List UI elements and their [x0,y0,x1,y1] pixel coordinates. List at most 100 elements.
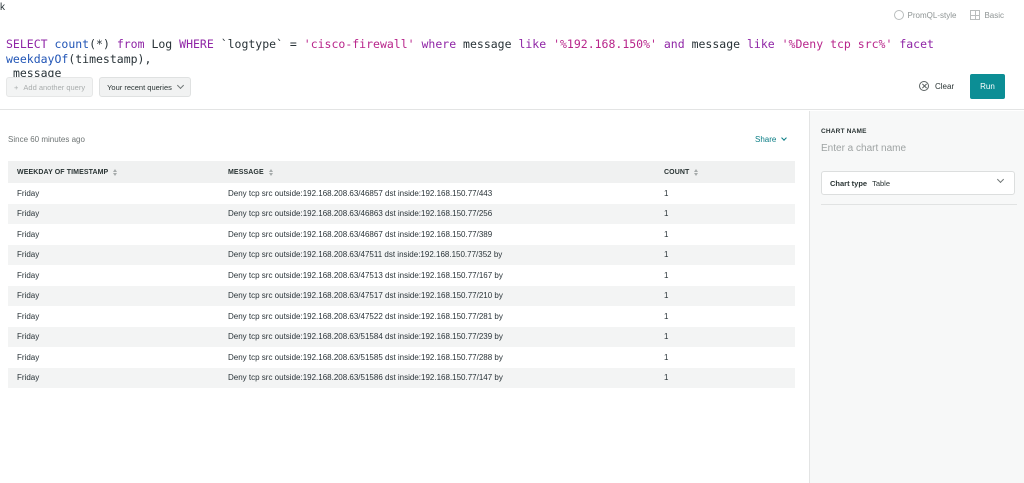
column-header-label: MESSAGE [228,168,264,176]
table-body: Friday Deny tcp src outside:192.168.208.6… [8,183,795,388]
query-token: count [54,37,90,51]
table-row[interactable]: Friday Deny tcp src outside:192.168.208.6… [8,367,795,388]
message-cell: Deny tcp src outside:192.168.208.63/4686… [228,209,493,219]
query-token: '%192.168.150%' [553,37,657,51]
basic-grid-icon [970,10,981,20]
count-cell: 1 [664,188,669,198]
table-row[interactable]: Friday Deny tcp src outside:192.168.208.6… [8,183,795,204]
count-cell: 1 [664,209,669,219]
query-token [775,37,782,51]
chevron-down-icon [781,135,788,141]
query-mode-switch: PromQL-style Basic [893,10,1004,20]
query-token: and [663,37,685,51]
count-cell: 1 [664,352,669,362]
query-token: `logtype` = [213,37,304,51]
divider [821,204,1017,205]
query-token: SELECT [6,37,48,51]
promql-mode-toggle[interactable]: PromQL-style [893,10,957,20]
share-label: Share [755,135,777,144]
sort-icon [268,168,273,176]
message-cell: Deny tcp src outside:192.168.208.63/4751… [228,291,503,301]
table-row[interactable]: Friday Deny tcp src outside:192.168.208.6… [8,244,795,265]
table-row[interactable]: Friday Deny tcp src outside:192.168.208.6… [8,326,795,347]
add-query-button[interactable]: + Add another query [6,77,94,97]
query-token: weekdayOf [6,51,69,66]
count-cell: 1 [664,332,669,342]
basic-mode-toggle[interactable]: Basic [970,10,1004,20]
count-cell: 1 [664,229,669,239]
query-token: message [456,37,519,51]
query-token: where [421,37,457,51]
share-button[interactable]: Share [755,135,788,144]
weekday-cell: Friday [17,209,40,219]
query-token: 'cisco-firewall' [303,37,415,51]
chart-name-input[interactable] [821,140,1011,156]
count-cell: 1 [664,373,669,383]
chart-type-value: Table [872,178,891,188]
promql-mode-label: PromQL-style [907,10,957,20]
sort-icon [113,168,118,176]
column-header-count[interactable]: COUNT [655,168,795,176]
query-editor-area: k PromQL-style Basic SELECT count(*) fro… [0,0,1024,110]
count-cell: 1 [664,270,669,280]
message-cell: Deny tcp src outside:192.168.208.63/5158… [228,332,503,342]
count-cell: 1 [664,291,669,301]
plus-icon: + [14,82,19,92]
recent-queries-dropdown[interactable]: Your recent queries [99,77,191,97]
table-row[interactable]: Friday Deny tcp src outside:192.168.208.6… [8,306,795,327]
message-cell: Deny tcp src outside:192.168.208.63/5158… [228,352,503,362]
message-cell: Deny tcp src outside:192.168.208.63/5158… [228,373,503,383]
results-table: WEEKDAY OF TIMESTAMP MESSAGE COUNT Frida… [8,161,795,388]
chevron-down-icon [176,81,184,90]
count-cell: 1 [664,311,669,321]
column-header-message[interactable]: MESSAGE [219,168,655,176]
query-token: facet [899,37,934,51]
weekday-cell: Friday [17,188,40,198]
chart-settings-panel: CHART NAME Chart type Table [809,111,1024,483]
run-label: Run [980,82,995,91]
query-token: WHERE [179,37,214,51]
chart-type-label: Chart type [830,178,868,188]
column-header-label: WEEKDAY OF TIMESTAMP [17,168,109,176]
recent-queries-label: Your recent queries [107,82,172,92]
query-token: from [116,37,145,51]
weekday-cell: Friday [17,250,40,260]
table-row[interactable]: Friday Deny tcp src outside:192.168.208.6… [8,347,795,368]
query-token [657,37,664,51]
clear-circle-x-icon [919,81,929,91]
nrql-query-input[interactable]: SELECT count(*) from Log WHERE `logtype`… [6,37,1006,81]
weekday-cell: Friday [17,291,40,301]
table-row[interactable]: Friday Deny tcp src outside:192.168.208.6… [8,285,795,306]
weekday-cell: Friday [17,311,40,321]
chevron-down-icon [996,175,1005,184]
query-token: Log [144,37,180,51]
table-row[interactable]: Friday Deny tcp src outside:192.168.208.6… [8,265,795,286]
weekday-cell: Friday [17,229,40,239]
query-token: message [684,37,747,51]
query-toolbar: + Add another query Your recent queries [6,77,191,97]
query-token [415,37,422,51]
query-token: (*) [89,37,117,51]
query-token [934,37,941,51]
run-button[interactable]: Run [970,74,1005,99]
clear-label: Clear [935,81,955,91]
message-cell: Deny tcp src outside:192.168.208.63/4752… [228,311,503,321]
promql-icon [893,10,904,20]
table-row[interactable]: Friday Deny tcp src outside:192.168.208.6… [8,224,795,245]
column-header-label: COUNT [664,168,690,176]
table-row[interactable]: Friday Deny tcp src outside:192.168.208.6… [8,203,795,224]
table-header: WEEKDAY OF TIMESTAMP MESSAGE COUNT [8,161,795,183]
add-query-label: Add another query [23,82,86,92]
message-cell: Deny tcp src outside:192.168.208.63/4751… [228,270,503,280]
message-cell: Deny tcp src outside:192.168.208.63/4686… [228,229,493,239]
weekday-cell: Friday [17,270,40,280]
query-token: like [746,37,775,51]
results-panel: Since 60 minutes ago Share WEEKDAY OF TI… [0,111,808,483]
chart-type-select[interactable]: Chart type Table [821,171,1015,195]
sort-icon [694,168,699,176]
query-token: '%Deny tcp src%' [781,37,893,51]
cursor-mark: k [0,2,5,13]
clear-button[interactable]: Clear [919,81,954,91]
chart-name-label: CHART NAME [821,128,867,135]
column-header-weekday[interactable]: WEEKDAY OF TIMESTAMP [8,168,219,176]
